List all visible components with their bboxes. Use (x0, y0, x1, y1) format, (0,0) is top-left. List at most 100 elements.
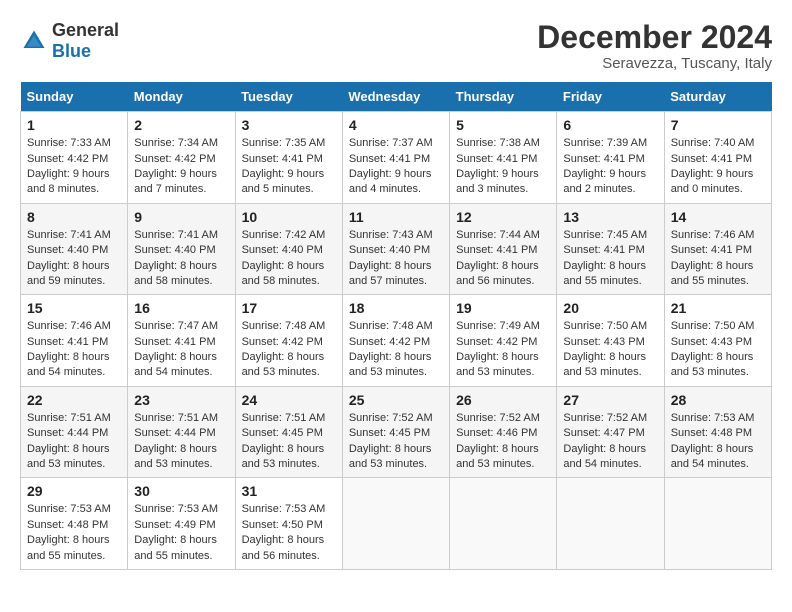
calendar-table: SundayMondayTuesdayWednesdayThursdayFrid… (20, 82, 772, 570)
calendar-day-cell: 2 Sunrise: 7:34 AMSunset: 4:42 PMDayligh… (128, 112, 235, 204)
day-number: 16 (134, 300, 228, 316)
calendar-day-cell: 30 Sunrise: 7:53 AMSunset: 4:49 PMDaylig… (128, 478, 235, 570)
calendar-day-cell: 11 Sunrise: 7:43 AMSunset: 4:40 PMDaylig… (342, 203, 449, 295)
day-info: Sunrise: 7:53 AMSunset: 4:48 PMDaylight:… (671, 412, 755, 470)
calendar-day-cell: 7 Sunrise: 7:40 AMSunset: 4:41 PMDayligh… (664, 112, 771, 204)
day-number: 31 (242, 483, 336, 499)
day-number: 24 (242, 392, 336, 408)
calendar-week-row: 15 Sunrise: 7:46 AMSunset: 4:41 PMDaylig… (21, 295, 772, 387)
day-number: 25 (349, 392, 443, 408)
calendar-week-row: 22 Sunrise: 7:51 AMSunset: 4:44 PMDaylig… (21, 386, 772, 478)
calendar-day-cell: 14 Sunrise: 7:46 AMSunset: 4:41 PMDaylig… (664, 203, 771, 295)
title-block: December 2024 Seravezza, Tuscany, Italy (537, 20, 772, 72)
day-number: 8 (27, 209, 121, 225)
day-info: Sunrise: 7:35 AMSunset: 4:41 PMDaylight:… (242, 137, 326, 195)
day-info: Sunrise: 7:53 AMSunset: 4:50 PMDaylight:… (242, 503, 326, 561)
day-number: 13 (563, 209, 657, 225)
day-info: Sunrise: 7:53 AMSunset: 4:49 PMDaylight:… (134, 503, 218, 561)
day-number: 27 (563, 392, 657, 408)
day-number: 6 (563, 117, 657, 133)
calendar-day-cell: 25 Sunrise: 7:52 AMSunset: 4:45 PMDaylig… (342, 386, 449, 478)
calendar-day-cell: 10 Sunrise: 7:42 AMSunset: 4:40 PMDaylig… (235, 203, 342, 295)
day-number: 11 (349, 209, 443, 225)
day-number: 18 (349, 300, 443, 316)
calendar-day-cell: 6 Sunrise: 7:39 AMSunset: 4:41 PMDayligh… (557, 112, 664, 204)
day-number: 19 (456, 300, 550, 316)
day-info: Sunrise: 7:46 AMSunset: 4:41 PMDaylight:… (671, 229, 755, 287)
calendar-day-cell: 27 Sunrise: 7:52 AMSunset: 4:47 PMDaylig… (557, 386, 664, 478)
calendar-day-cell: 1 Sunrise: 7:33 AMSunset: 4:42 PMDayligh… (21, 112, 128, 204)
calendar-day-cell: 13 Sunrise: 7:45 AMSunset: 4:41 PMDaylig… (557, 203, 664, 295)
calendar-day-cell: 22 Sunrise: 7:51 AMSunset: 4:44 PMDaylig… (21, 386, 128, 478)
day-number: 9 (134, 209, 228, 225)
calendar-day-cell: 16 Sunrise: 7:47 AMSunset: 4:41 PMDaylig… (128, 295, 235, 387)
location-title: Seravezza, Tuscany, Italy (537, 55, 772, 72)
calendar-day-cell (557, 478, 664, 570)
calendar-day-cell: 18 Sunrise: 7:48 AMSunset: 4:42 PMDaylig… (342, 295, 449, 387)
day-number: 28 (671, 392, 765, 408)
day-info: Sunrise: 7:52 AMSunset: 4:46 PMDaylight:… (456, 412, 540, 470)
calendar-day-cell: 28 Sunrise: 7:53 AMSunset: 4:48 PMDaylig… (664, 386, 771, 478)
day-number: 23 (134, 392, 228, 408)
calendar-week-row: 29 Sunrise: 7:53 AMSunset: 4:48 PMDaylig… (21, 478, 772, 570)
calendar-day-cell: 21 Sunrise: 7:50 AMSunset: 4:43 PMDaylig… (664, 295, 771, 387)
day-info: Sunrise: 7:51 AMSunset: 4:44 PMDaylight:… (27, 412, 111, 470)
day-info: Sunrise: 7:45 AMSunset: 4:41 PMDaylight:… (563, 229, 647, 287)
calendar-day-cell: 3 Sunrise: 7:35 AMSunset: 4:41 PMDayligh… (235, 112, 342, 204)
month-title: December 2024 (537, 20, 772, 55)
calendar-week-row: 1 Sunrise: 7:33 AMSunset: 4:42 PMDayligh… (21, 112, 772, 204)
calendar-day-cell: 12 Sunrise: 7:44 AMSunset: 4:41 PMDaylig… (450, 203, 557, 295)
day-info: Sunrise: 7:34 AMSunset: 4:42 PMDaylight:… (134, 137, 218, 195)
day-number: 15 (27, 300, 121, 316)
day-info: Sunrise: 7:43 AMSunset: 4:40 PMDaylight:… (349, 229, 433, 287)
weekday-header-row: SundayMondayTuesdayWednesdayThursdayFrid… (21, 82, 772, 112)
day-number: 12 (456, 209, 550, 225)
calendar-day-cell (664, 478, 771, 570)
day-number: 26 (456, 392, 550, 408)
weekday-header-cell: Saturday (664, 82, 771, 112)
logo: General Blue (20, 20, 119, 62)
calendar-day-cell: 19 Sunrise: 7:49 AMSunset: 4:42 PMDaylig… (450, 295, 557, 387)
calendar-day-cell: 23 Sunrise: 7:51 AMSunset: 4:44 PMDaylig… (128, 386, 235, 478)
day-number: 30 (134, 483, 228, 499)
calendar-day-cell: 5 Sunrise: 7:38 AMSunset: 4:41 PMDayligh… (450, 112, 557, 204)
day-info: Sunrise: 7:52 AMSunset: 4:47 PMDaylight:… (563, 412, 647, 470)
day-number: 10 (242, 209, 336, 225)
day-info: Sunrise: 7:47 AMSunset: 4:41 PMDaylight:… (134, 320, 218, 378)
calendar-day-cell: 17 Sunrise: 7:48 AMSunset: 4:42 PMDaylig… (235, 295, 342, 387)
day-info: Sunrise: 7:41 AMSunset: 4:40 PMDaylight:… (134, 229, 218, 287)
day-number: 3 (242, 117, 336, 133)
day-number: 4 (349, 117, 443, 133)
day-number: 7 (671, 117, 765, 133)
logo-general-text: General (52, 20, 119, 40)
day-info: Sunrise: 7:52 AMSunset: 4:45 PMDaylight:… (349, 412, 433, 470)
page-header: General Blue December 2024 Seravezza, Tu… (20, 20, 772, 72)
weekday-header-cell: Thursday (450, 82, 557, 112)
day-number: 14 (671, 209, 765, 225)
weekday-header-cell: Wednesday (342, 82, 449, 112)
day-info: Sunrise: 7:50 AMSunset: 4:43 PMDaylight:… (671, 320, 755, 378)
day-number: 17 (242, 300, 336, 316)
calendar-day-cell: 31 Sunrise: 7:53 AMSunset: 4:50 PMDaylig… (235, 478, 342, 570)
weekday-header-cell: Friday (557, 82, 664, 112)
day-info: Sunrise: 7:40 AMSunset: 4:41 PMDaylight:… (671, 137, 755, 195)
day-number: 20 (563, 300, 657, 316)
day-info: Sunrise: 7:51 AMSunset: 4:45 PMDaylight:… (242, 412, 326, 470)
day-info: Sunrise: 7:41 AMSunset: 4:40 PMDaylight:… (27, 229, 111, 287)
day-info: Sunrise: 7:49 AMSunset: 4:42 PMDaylight:… (456, 320, 540, 378)
day-info: Sunrise: 7:48 AMSunset: 4:42 PMDaylight:… (349, 320, 433, 378)
day-info: Sunrise: 7:53 AMSunset: 4:48 PMDaylight:… (27, 503, 111, 561)
calendar-day-cell: 24 Sunrise: 7:51 AMSunset: 4:45 PMDaylig… (235, 386, 342, 478)
logo-icon (20, 27, 48, 55)
calendar-day-cell: 8 Sunrise: 7:41 AMSunset: 4:40 PMDayligh… (21, 203, 128, 295)
logo-blue-text: Blue (52, 41, 91, 61)
weekday-header-cell: Tuesday (235, 82, 342, 112)
day-info: Sunrise: 7:38 AMSunset: 4:41 PMDaylight:… (456, 137, 540, 195)
day-number: 5 (456, 117, 550, 133)
day-number: 1 (27, 117, 121, 133)
calendar-day-cell: 29 Sunrise: 7:53 AMSunset: 4:48 PMDaylig… (21, 478, 128, 570)
calendar-day-cell: 26 Sunrise: 7:52 AMSunset: 4:46 PMDaylig… (450, 386, 557, 478)
calendar-week-row: 8 Sunrise: 7:41 AMSunset: 4:40 PMDayligh… (21, 203, 772, 295)
weekday-header-cell: Monday (128, 82, 235, 112)
calendar-body: 1 Sunrise: 7:33 AMSunset: 4:42 PMDayligh… (21, 112, 772, 570)
